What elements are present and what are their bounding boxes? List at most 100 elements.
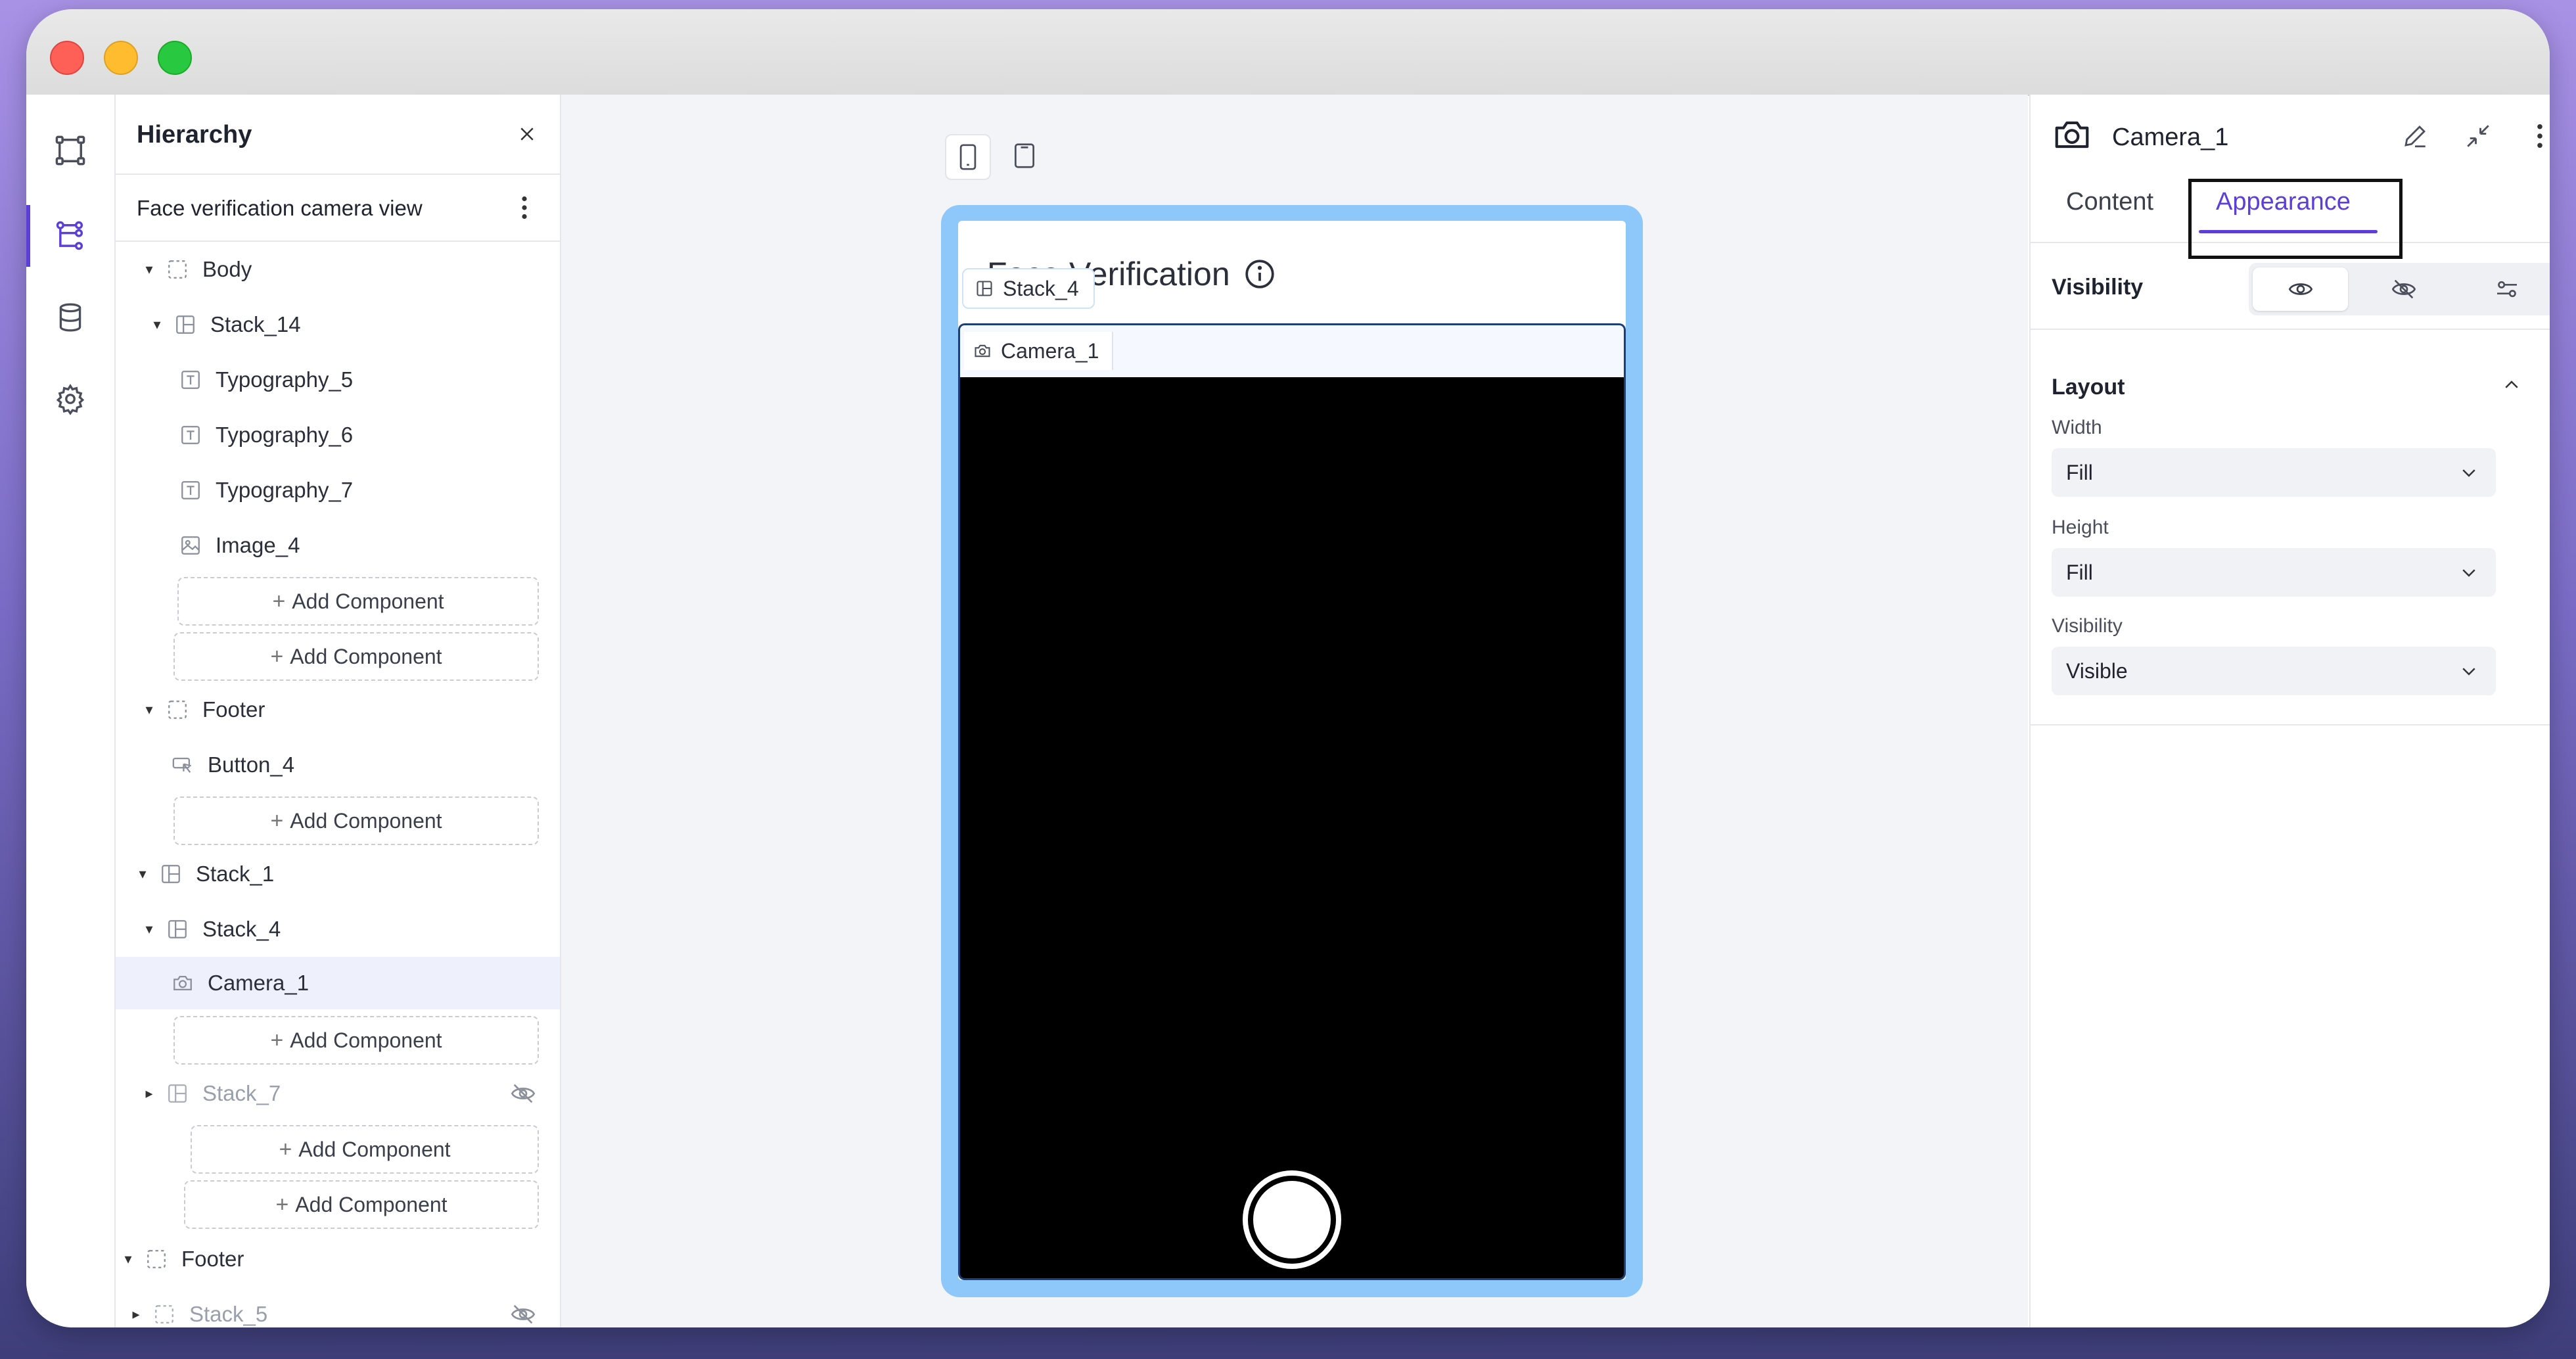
visibility-hidden-option[interactable] xyxy=(2356,267,2451,311)
tab-content[interactable]: Content xyxy=(2066,188,2153,216)
camera-selection-chip[interactable]: Camera_1 xyxy=(964,332,1114,370)
tree-item-camera1[interactable]: Camera_1 xyxy=(116,957,560,1009)
eye-off-icon xyxy=(511,1304,536,1324)
width-select[interactable]: Fill xyxy=(2052,448,2496,497)
tree-item-label: Stack_14 xyxy=(210,312,301,336)
tree-item-button4[interactable]: Button_4 xyxy=(171,741,294,789)
chevron-down-icon xyxy=(2462,668,2475,676)
more-vertical-icon xyxy=(2537,124,2542,149)
tree-item-image4[interactable]: Image_4 xyxy=(179,522,300,569)
stack-layout-icon xyxy=(166,917,189,941)
tree-item-stack7[interactable]: ▸ Stack_7 xyxy=(142,1070,281,1117)
database-icon xyxy=(59,303,81,332)
caret-right-icon[interactable]: ▸ xyxy=(129,1306,143,1323)
button-click-icon xyxy=(171,753,195,777)
container-dashed-icon xyxy=(166,258,189,281)
caret-down-icon[interactable]: ▾ xyxy=(121,1251,135,1268)
add-component-button[interactable]: + Add Component xyxy=(173,796,539,845)
visibility-visible-option[interactable] xyxy=(2253,267,2349,311)
layout-collapse-button[interactable] xyxy=(2497,371,2526,400)
tree-item-typography6[interactable]: Typography_6 xyxy=(179,411,353,459)
stack-selection-chip[interactable]: Stack_4 xyxy=(962,268,1095,309)
width-label: Width xyxy=(2052,417,2102,438)
camera-icon xyxy=(975,344,990,357)
design-canvas[interactable]: Face Verification Stack_4 Camera_1 xyxy=(561,95,2028,1327)
image-icon xyxy=(179,534,202,557)
height-select[interactable]: Fill xyxy=(2052,548,2496,597)
stack-layout-icon xyxy=(977,281,992,296)
minimize-window-button[interactable] xyxy=(104,41,138,75)
text-type-icon xyxy=(179,478,202,502)
tree-item-stack1[interactable]: ▾ Stack_1 xyxy=(135,850,274,898)
caret-right-icon[interactable]: ▸ xyxy=(142,1085,156,1102)
tree-item-label: Footer xyxy=(181,1247,244,1271)
tree-item-body[interactable]: ▾ Body xyxy=(142,246,252,293)
gear-icon xyxy=(56,384,85,415)
screen-selector[interactable]: Face verification camera view xyxy=(116,175,560,242)
visibility-conditional-option[interactable] xyxy=(2460,267,2550,311)
camera-selection-frame[interactable]: Camera_1 xyxy=(958,323,1626,379)
phone-device-button[interactable] xyxy=(945,134,991,180)
tree-item-label: Button_4 xyxy=(208,752,295,777)
icon-rail xyxy=(26,95,116,1327)
plus-icon: + xyxy=(270,643,284,669)
properties-panel: Camera_1 Content Appearance Visibility L… xyxy=(2029,95,2550,1327)
properties-more-button[interactable] xyxy=(2523,120,2550,152)
caret-down-icon[interactable]: ▾ xyxy=(135,865,150,883)
close-window-button[interactable] xyxy=(50,41,84,75)
tablet-icon xyxy=(1015,143,1034,168)
close-hierarchy-button[interactable] xyxy=(510,117,544,151)
hidden-toggle-button[interactable] xyxy=(509,1300,538,1327)
rail-settings-button[interactable] xyxy=(46,375,95,423)
tree-item-typography7[interactable]: Typography_7 xyxy=(179,467,353,514)
collapse-panel-button[interactable] xyxy=(2462,120,2495,152)
tree-item-label: Stack_1 xyxy=(196,862,275,886)
chevron-up-icon xyxy=(2505,380,2518,388)
eye-icon xyxy=(2288,283,2312,295)
add-component-button[interactable]: + Add Component xyxy=(184,1180,539,1229)
plus-icon: + xyxy=(270,1027,284,1053)
chevron-down-icon xyxy=(2462,569,2475,577)
add-component-button[interactable]: + Add Component xyxy=(173,632,539,681)
tree-item-label: Typography_5 xyxy=(216,367,354,392)
shutter-button[interactable] xyxy=(1243,1170,1341,1269)
tree-item-stack4[interactable]: ▾ Stack_4 xyxy=(142,906,281,953)
add-component-button[interactable]: + Add Component xyxy=(191,1125,539,1174)
tablet-device-button[interactable] xyxy=(1003,134,1046,177)
minimize-arrows-icon xyxy=(2467,125,2489,147)
add-component-button[interactable]: + Add Component xyxy=(173,1016,539,1065)
stack-layout-icon xyxy=(166,1082,189,1105)
tree-item-label: Footer xyxy=(202,697,265,722)
tree-item-label: Image_4 xyxy=(216,533,300,557)
rail-canvas-button[interactable] xyxy=(46,126,95,175)
tree-item-stack5[interactable]: ▸ Stack_5 xyxy=(129,1291,267,1327)
tree-item-stack14[interactable]: ▾ Stack_14 xyxy=(150,301,301,348)
screen-options-button[interactable] xyxy=(511,192,538,223)
hidden-toggle-button[interactable] xyxy=(509,1079,538,1108)
add-component-button[interactable]: + Add Component xyxy=(177,577,539,626)
caret-down-icon[interactable]: ▾ xyxy=(142,701,156,718)
stack-layout-icon xyxy=(173,313,197,336)
rail-hierarchy-button[interactable] xyxy=(46,212,95,260)
maximize-window-button[interactable] xyxy=(158,41,192,75)
tree-item-label: Camera_1 xyxy=(208,971,310,995)
screen-preview: Face Verification Stack_4 Camera_1 xyxy=(958,221,1626,1280)
hierarchy-title: Hierarchy xyxy=(137,121,252,149)
rename-button[interactable] xyxy=(2399,120,2431,152)
info-icon[interactable] xyxy=(1243,258,1276,290)
close-icon xyxy=(520,127,534,141)
caret-down-icon[interactable]: ▾ xyxy=(142,921,156,938)
rail-data-button[interactable] xyxy=(46,293,95,342)
tree-item-typography5[interactable]: Typography_5 xyxy=(179,356,353,403)
visibility-select[interactable]: Visible xyxy=(2052,647,2496,695)
caret-down-icon[interactable]: ▾ xyxy=(142,261,156,278)
shutter-core xyxy=(1253,1181,1331,1258)
text-type-icon xyxy=(179,368,202,392)
caret-down-icon[interactable]: ▾ xyxy=(150,316,164,333)
tree-item-footer[interactable]: ▾ Footer xyxy=(142,686,265,733)
tree-item-footer-2[interactable]: ▾ Footer xyxy=(121,1235,244,1283)
conditional-toggle-icon xyxy=(2497,281,2518,298)
hierarchy-tree-icon xyxy=(56,221,83,250)
camera-viewfinder[interactable] xyxy=(958,377,1626,1280)
tree-item-label: Stack_7 xyxy=(202,1081,281,1105)
